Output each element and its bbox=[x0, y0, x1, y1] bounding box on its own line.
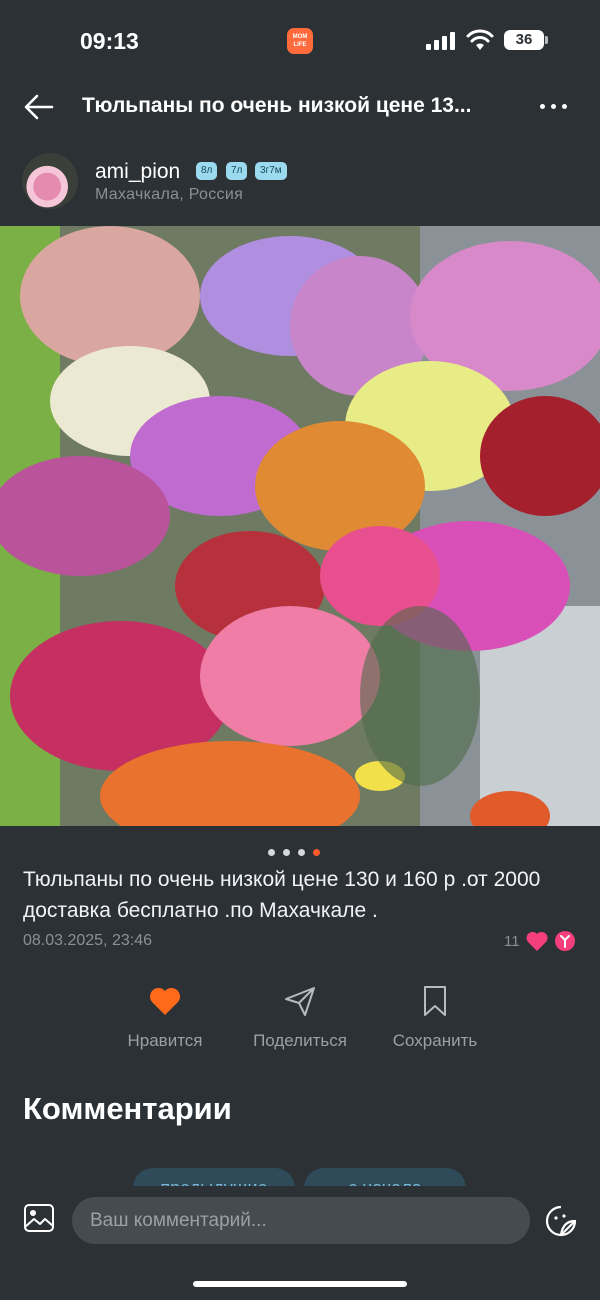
battery-tip bbox=[545, 36, 548, 44]
post-caption: Тюльпаны по очень низкой цене 130 и 160 … bbox=[23, 868, 541, 922]
comment-input[interactable] bbox=[72, 1197, 530, 1244]
comments-heading: Комментарии bbox=[23, 1091, 232, 1126]
cellular-signal-icon bbox=[426, 32, 456, 50]
badge-child-age-3: 3г7м bbox=[255, 162, 287, 180]
home-indicator bbox=[193, 1281, 407, 1287]
wifi-icon bbox=[466, 29, 494, 50]
carousel-dot-active[interactable] bbox=[313, 849, 320, 856]
sticker-icon[interactable] bbox=[544, 1204, 578, 1238]
send-icon bbox=[285, 987, 315, 1016]
save-button[interactable]: Сохранить bbox=[370, 985, 500, 1051]
post-date: 08.03.2025, 23:46 bbox=[23, 932, 153, 949]
back-arrow-icon[interactable] bbox=[22, 90, 56, 124]
image-attach-icon[interactable] bbox=[23, 1203, 55, 1233]
battery-icon: 36 bbox=[504, 30, 544, 50]
badge-child-age-1: 8л bbox=[196, 162, 218, 180]
like-label: Нравится bbox=[127, 1031, 203, 1050]
reactions-count[interactable]: 11 bbox=[504, 933, 520, 950]
share-label: Поделиться bbox=[253, 1031, 347, 1050]
bookmark-icon bbox=[424, 986, 446, 1016]
badge-child-age-2: 7л bbox=[226, 162, 248, 180]
post-photo-tulips[interactable] bbox=[0, 226, 600, 826]
heart-reaction-icon bbox=[526, 931, 548, 951]
status-time: 09:13 bbox=[80, 28, 139, 54]
carousel-dot[interactable] bbox=[268, 849, 275, 856]
mom-life-app-icon: MOM LIFE bbox=[287, 28, 313, 54]
author-location: Махачкала, Россия bbox=[95, 186, 244, 203]
like-button[interactable]: Нравится bbox=[100, 985, 230, 1051]
carousel-dot[interactable] bbox=[298, 849, 305, 856]
heart-icon bbox=[149, 987, 181, 1015]
header-title: Тюльпаны по очень низкой цене 13... bbox=[82, 94, 472, 117]
more-options-icon[interactable] bbox=[540, 96, 576, 116]
share-button[interactable]: Поделиться bbox=[235, 985, 365, 1051]
carousel-indicator bbox=[268, 843, 328, 856]
author-username[interactable]: ami_pion bbox=[95, 160, 180, 184]
avatar[interactable] bbox=[22, 153, 78, 209]
carousel-dot[interactable] bbox=[283, 849, 290, 856]
tulip-reaction-icon bbox=[555, 931, 575, 951]
save-label: Сохранить bbox=[392, 1031, 478, 1050]
